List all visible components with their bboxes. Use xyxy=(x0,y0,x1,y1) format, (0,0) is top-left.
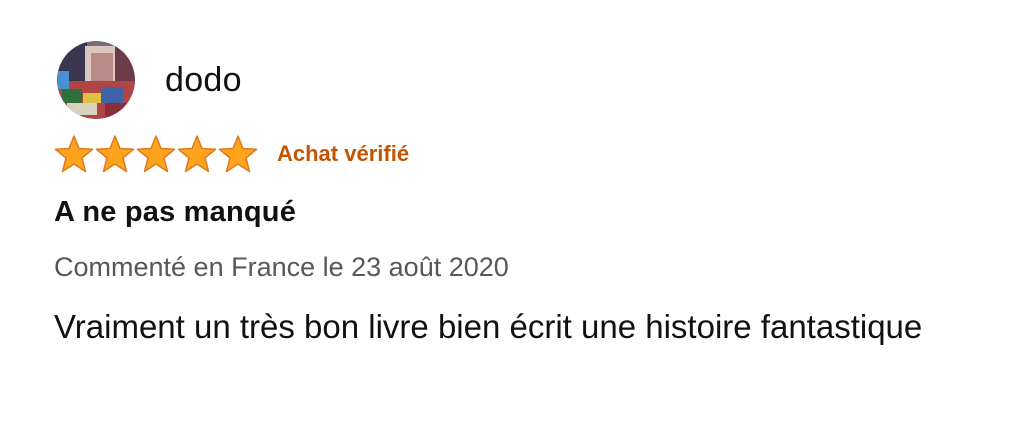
review-date: Commenté en France le 23 août 2020 xyxy=(54,252,509,282)
verified-purchase-badge[interactable]: Achat vérifié xyxy=(277,141,409,167)
author-row: dodo xyxy=(57,40,242,120)
review-card: dodo Achat vérifié A ne pas manqué Comme… xyxy=(0,0,1024,430)
star-rating[interactable] xyxy=(54,134,259,174)
author-name[interactable]: dodo xyxy=(165,61,242,100)
star-icon xyxy=(95,135,135,173)
review-body: Vraiment un très bon livre bien écrit un… xyxy=(54,308,923,345)
rating-row: Achat vérifié xyxy=(54,133,409,175)
avatar[interactable] xyxy=(57,41,135,119)
star-icon xyxy=(136,135,176,173)
review-title[interactable]: A ne pas manqué xyxy=(54,196,296,229)
star-icon xyxy=(54,135,94,173)
star-icon xyxy=(177,135,217,173)
star-icon xyxy=(218,135,258,173)
